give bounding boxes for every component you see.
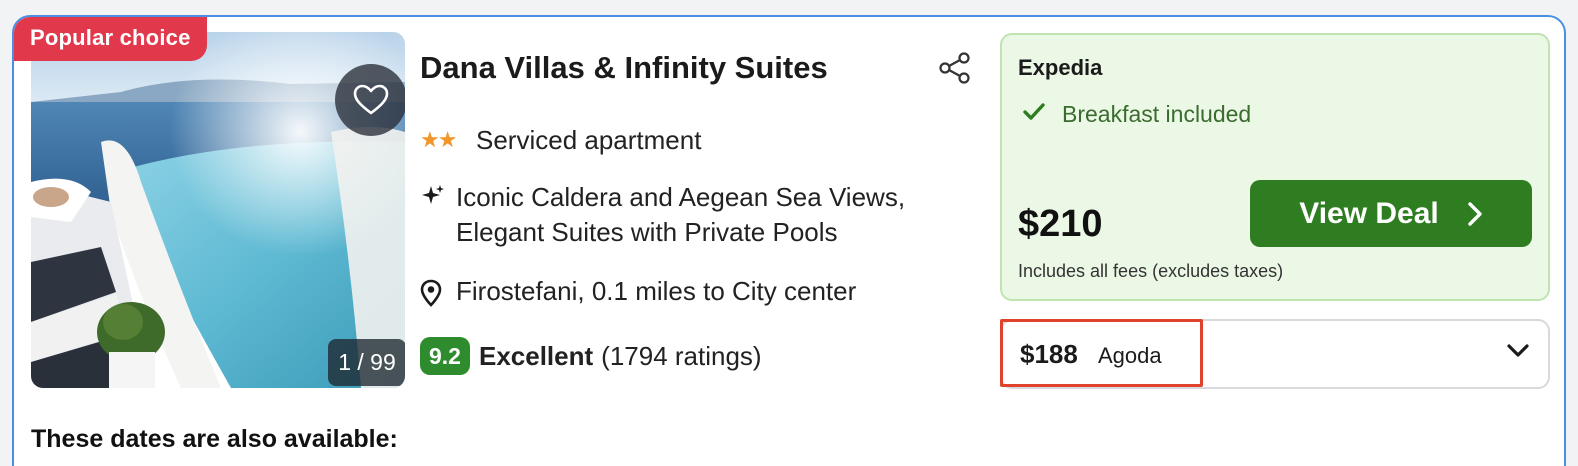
deal-price: $210 (1018, 203, 1103, 245)
star-icon: ★★ (420, 127, 457, 152)
checkmark-icon (1022, 101, 1062, 128)
primary-deal-box[interactable]: Expedia Breakfast included $210 Includes… (1000, 33, 1550, 301)
image-counter: 1 / 99 (328, 339, 405, 386)
perk-label: Breakfast included (1062, 101, 1252, 127)
amenities-text: Iconic Caldera and Aegean Sea Views, Ele… (456, 180, 905, 250)
rating-score-badge: 9.2 (420, 337, 470, 375)
deal-provider: Expedia (1018, 55, 1103, 80)
popular-choice-badge: Popular choice (14, 17, 207, 61)
alt-deal-provider: Agoda (1098, 343, 1162, 368)
favorite-button[interactable] (335, 64, 405, 136)
location-text: Firostefani, 0.1 miles to City center (456, 276, 857, 306)
deal-perk: Breakfast included (1022, 101, 1251, 128)
share-icon (939, 52, 970, 84)
location-row: Firostefani, 0.1 miles to City center (420, 276, 856, 307)
share-button[interactable] (938, 51, 972, 85)
heart-icon (353, 84, 389, 115)
amenities-row: Iconic Caldera and Aegean Sea Views, Ele… (420, 180, 905, 250)
hotel-info: Dana Villas & Infinity Suites ★★ Service… (420, 17, 980, 417)
chevron-down-icon (1506, 343, 1530, 364)
hotel-result-card[interactable]: 1 / 99 Popular choice Dana Villas & Infi… (12, 15, 1566, 466)
location-pin-icon (420, 276, 456, 307)
view-deal-button[interactable]: View Deal (1250, 180, 1532, 247)
amenity-line: Iconic Caldera and Aegean Sea Views, (456, 182, 906, 212)
rating-word: Excellent (478, 340, 594, 371)
alt-deal-price: $188 (1020, 339, 1078, 369)
property-type: Serviced apartment (476, 125, 702, 155)
amenity-line: Elegant Suites with Private Pools (456, 217, 838, 247)
rating-count: (1794 ratings) (601, 340, 762, 371)
fees-note: Includes all fees (excludes taxes) (1018, 261, 1284, 281)
property-type-row: ★★ Serviced apartment (420, 125, 701, 156)
view-deal-label: View Deal (1299, 196, 1439, 230)
chevron-right-icon (1467, 201, 1483, 227)
sparkle-icon (420, 180, 456, 209)
rating-row[interactable]: 9.2 Excellent (1794 ratings) (420, 337, 762, 375)
alternate-dates-heading: These dates are also available: (31, 425, 398, 453)
hotel-photo[interactable]: 1 / 99 (31, 32, 405, 388)
hotel-title[interactable]: Dana Villas & Infinity Suites (420, 50, 828, 86)
alternative-deal-dropdown[interactable]: $188 Agoda (1000, 319, 1550, 389)
